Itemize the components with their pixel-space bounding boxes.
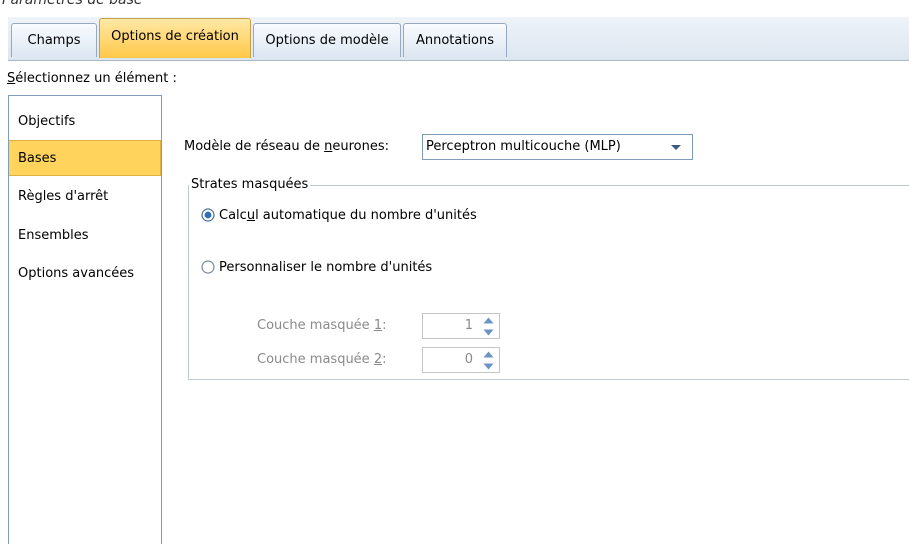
radio-unchecked-icon[interactable] bbox=[201, 260, 215, 274]
spin-up-icon[interactable] bbox=[478, 348, 499, 360]
settings-pane: Modèle de réseau de neurones: Perceptron… bbox=[163, 95, 909, 544]
tab-annotations[interactable]: Annotations bbox=[403, 23, 507, 57]
hidden-layer-1-value: 1 bbox=[464, 318, 473, 333]
nav-item-objectifs[interactable]: Objectifs bbox=[9, 103, 161, 139]
spinner-buttons bbox=[478, 314, 499, 338]
model-label-a: Modèle de réseau de bbox=[184, 139, 325, 154]
tab-label: Champs bbox=[27, 33, 81, 48]
element-list[interactable]: Objectifs Bases Règles d'arrêt Ensembles… bbox=[8, 95, 162, 544]
model-type-dropdown[interactable]: Perceptron multicouche (MLP) bbox=[422, 134, 693, 160]
nav-item-options-avancees[interactable]: Options avancées bbox=[9, 255, 161, 291]
hidden-layers-group: Strates masquées Calcul automatique du n… bbox=[188, 176, 909, 380]
hidden-layer-1-spinner[interactable]: 1 bbox=[422, 313, 500, 339]
nav-item-label: Règles d'arrêt bbox=[18, 188, 109, 204]
tab-strip: Champs Options de création Options de mo… bbox=[8, 17, 909, 61]
spin-down-icon[interactable] bbox=[478, 360, 499, 372]
model-type-value: Perceptron multicouche (MLP) bbox=[426, 139, 621, 154]
custom-units-option[interactable]: Personnaliser le nombre d'unités bbox=[201, 257, 432, 277]
auto-units-label: Calcul automatique du nombre d'unités bbox=[219, 207, 477, 223]
model-type-label: Modèle de réseau de neurones: bbox=[184, 138, 389, 156]
nav-item-regles-arret[interactable]: Règles d'arrêt bbox=[9, 178, 161, 214]
spin-up-icon[interactable] bbox=[478, 314, 499, 326]
hidden-layer-1-label: Couche masquée 1: bbox=[257, 318, 387, 333]
nav-item-label: Ensembles bbox=[18, 227, 89, 243]
custom-units-label: Personnaliser le nombre d'unités bbox=[219, 259, 433, 275]
tab-champs[interactable]: Champs bbox=[11, 23, 97, 57]
nav-item-label: Objectifs bbox=[18, 113, 76, 129]
hidden-layer-2-label: Couche masquée 2: bbox=[257, 352, 387, 367]
hidden-layer-2-spinner[interactable]: 0 bbox=[422, 347, 500, 373]
model-label-b: eurones: bbox=[332, 139, 389, 154]
tab-label: Options de modèle bbox=[265, 33, 389, 48]
hidden-layers-title: Strates masquées bbox=[189, 176, 311, 194]
dialog-caption: Paramètres de base bbox=[2, 0, 143, 8]
nav-item-label: Bases bbox=[18, 150, 57, 166]
nav-item-label: Options avancées bbox=[18, 265, 135, 281]
tab-options-de-modele[interactable]: Options de modèle bbox=[253, 23, 401, 57]
spin-down-icon[interactable] bbox=[478, 326, 499, 338]
radio-checked-icon[interactable] bbox=[201, 208, 215, 222]
nav-item-bases[interactable]: Bases bbox=[9, 140, 161, 176]
spinner-buttons bbox=[478, 348, 499, 372]
auto-units-option[interactable]: Calcul automatique du nombre d'unités bbox=[201, 205, 477, 225]
chevron-down-icon[interactable] bbox=[661, 136, 691, 158]
select-element-text: électionnez un élément : bbox=[15, 71, 177, 86]
tab-label: Options de création bbox=[111, 29, 239, 44]
nav-item-ensembles[interactable]: Ensembles bbox=[9, 217, 161, 253]
tab-label: Annotations bbox=[415, 33, 495, 48]
hidden-layer-2-value: 0 bbox=[464, 352, 473, 367]
tab-options-de-creation[interactable]: Options de création bbox=[99, 18, 251, 58]
select-element-label: Sélectionnez un élément : bbox=[7, 70, 177, 88]
